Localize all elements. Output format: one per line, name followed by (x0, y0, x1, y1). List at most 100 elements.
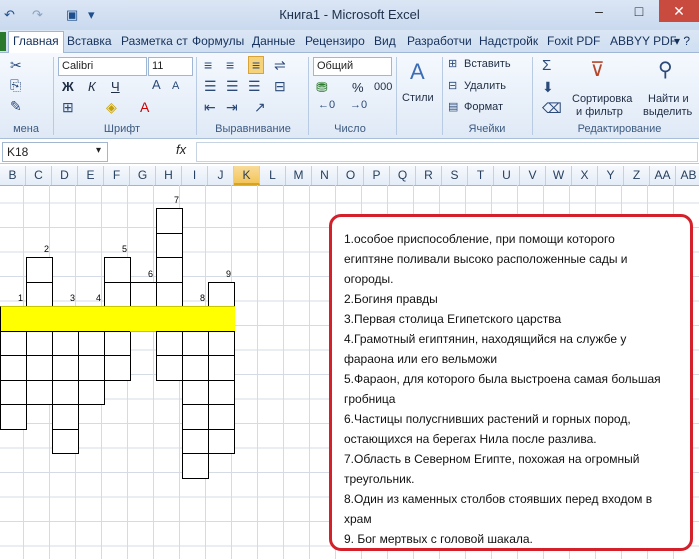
column-header-t[interactable]: T (468, 166, 494, 185)
number-format-select[interactable]: Общий (313, 57, 392, 76)
crossword-cell[interactable] (0, 355, 27, 381)
column-header-f[interactable]: F (104, 166, 130, 185)
crossword-cell[interactable] (26, 379, 53, 405)
column-header-p[interactable]: P (364, 166, 390, 185)
tab-page-layout[interactable]: Разметка ст (117, 32, 197, 51)
find-select-label-1[interactable]: Найти и (648, 93, 689, 105)
sort-filter-label-1[interactable]: Сортировка (572, 93, 632, 105)
column-header-x[interactable]: X (572, 166, 598, 185)
autosum-icon[interactable]: Σ (542, 57, 551, 74)
crossword-cell[interactable] (182, 306, 209, 332)
crossword-cell[interactable] (156, 281, 183, 307)
crossword-cell[interactable] (104, 330, 131, 356)
fx-button[interactable]: fx (176, 142, 186, 157)
insert-cells-button[interactable]: Вставить (464, 58, 511, 70)
name-box-dropdown-icon[interactable]: ▾ (96, 145, 101, 156)
column-header-ab[interactable]: AB (676, 166, 699, 185)
crossword-cell[interactable] (182, 379, 209, 405)
styles-icon[interactable]: A (410, 59, 425, 85)
crossword-cell[interactable] (26, 330, 53, 356)
crossword-cell[interactable] (182, 330, 209, 356)
column-header-e[interactable]: E (78, 166, 104, 185)
column-header-v[interactable]: V (520, 166, 546, 185)
tab-data[interactable]: Данные (248, 32, 299, 51)
formula-input[interactable] (196, 142, 698, 162)
column-header-c[interactable]: C (26, 166, 52, 185)
help-icon[interactable]: ▾ ? (670, 32, 694, 51)
delete-cells-icon[interactable]: ⊟ (448, 79, 457, 92)
crossword-cell[interactable] (26, 306, 53, 332)
tab-insert[interactable]: Вставка (63, 32, 116, 51)
crossword-cell[interactable] (208, 330, 235, 356)
merge-icon[interactable]: ⊟ (274, 78, 286, 95)
increase-indent-icon[interactable]: ⇥ (226, 99, 238, 116)
crossword-cell[interactable] (130, 281, 157, 307)
crossword-cell[interactable] (104, 355, 131, 381)
minimize-icon[interactable]: – (579, 0, 619, 22)
crossword-cell[interactable] (156, 232, 183, 258)
format-painter-icon[interactable]: ✎ (10, 98, 22, 115)
crossword-cell[interactable] (52, 330, 79, 356)
borders-icon[interactable]: ⊞ (62, 99, 74, 116)
find-select-icon[interactable]: ⚲ (658, 57, 673, 82)
crossword-cell[interactable] (208, 379, 235, 405)
tab-home[interactable]: Главная (8, 31, 64, 53)
find-select-label-2[interactable]: выделить (643, 106, 692, 118)
crossword-cell[interactable] (156, 355, 183, 381)
tab-developer[interactable]: Разработчи (403, 32, 476, 51)
styles-button[interactable]: Стили (402, 92, 434, 104)
crossword-cell[interactable] (52, 379, 79, 405)
orientation-icon[interactable]: ↗ (254, 99, 266, 116)
crossword-cell[interactable] (78, 379, 105, 405)
crossword-cell[interactable] (156, 208, 183, 234)
column-header-k[interactable]: K (234, 166, 260, 185)
crossword-cell[interactable] (52, 306, 79, 332)
crossword-cell[interactable] (52, 355, 79, 381)
fill-icon[interactable]: ⬇ (542, 79, 554, 96)
decrease-indent-icon[interactable]: ⇤ (204, 99, 216, 116)
column-header-y[interactable]: Y (598, 166, 624, 185)
crossword-cell[interactable] (208, 404, 235, 430)
column-header-o[interactable]: O (338, 166, 364, 185)
crossword-cell[interactable] (208, 306, 235, 332)
align-bottom-icon[interactable]: ≡ (248, 56, 265, 74)
crossword-cell[interactable] (78, 355, 105, 381)
font-size-select[interactable]: 11 (148, 57, 193, 76)
crossword-cell[interactable] (182, 404, 209, 430)
column-header-g[interactable]: G (130, 166, 156, 185)
tab-formulas[interactable]: Формулы (188, 32, 248, 51)
crossword-cell[interactable] (26, 355, 53, 381)
delete-cells-button[interactable]: Удалить (464, 80, 506, 92)
grow-font-icon[interactable]: A (152, 77, 161, 92)
tab-view[interactable]: Вид (370, 32, 400, 51)
column-header-b[interactable]: B (0, 166, 26, 185)
name-box[interactable]: K18 (2, 142, 108, 162)
column-header-q[interactable]: Q (390, 166, 416, 185)
shrink-font-icon[interactable]: A (172, 80, 179, 92)
font-color-icon[interactable]: A (140, 99, 149, 115)
sort-filter-label-2[interactable]: и фильтр (576, 106, 623, 118)
crossword-cell[interactable] (26, 281, 53, 307)
column-header-u[interactable]: U (494, 166, 520, 185)
crossword-cell[interactable] (78, 330, 105, 356)
crossword-cell[interactable] (130, 306, 157, 332)
crossword-cell[interactable] (208, 355, 235, 381)
crossword-cell[interactable] (156, 330, 183, 356)
crossword-cell[interactable] (52, 428, 79, 454)
cut-icon[interactable]: ✂ (10, 57, 22, 74)
wrap-text-icon[interactable]: ⇌ (274, 57, 286, 74)
clear-icon[interactable]: ⌫ (542, 100, 562, 117)
column-header-m[interactable]: M (286, 166, 312, 185)
column-header-l[interactable]: L (260, 166, 286, 185)
crossword-cell[interactable] (26, 257, 53, 283)
file-tab[interactable] (0, 32, 6, 51)
increase-decimal-icon[interactable]: ←0 (318, 99, 335, 111)
column-header-n[interactable]: N (312, 166, 338, 185)
align-center-icon[interactable]: ☰ (226, 78, 239, 95)
crossword-cell[interactable] (0, 379, 27, 405)
column-header-w[interactable]: W (546, 166, 572, 185)
column-header-z[interactable]: Z (624, 166, 650, 185)
crossword-cell[interactable] (104, 306, 131, 332)
column-header-aa[interactable]: AA (650, 166, 676, 185)
format-cells-button[interactable]: Формат (464, 101, 503, 113)
